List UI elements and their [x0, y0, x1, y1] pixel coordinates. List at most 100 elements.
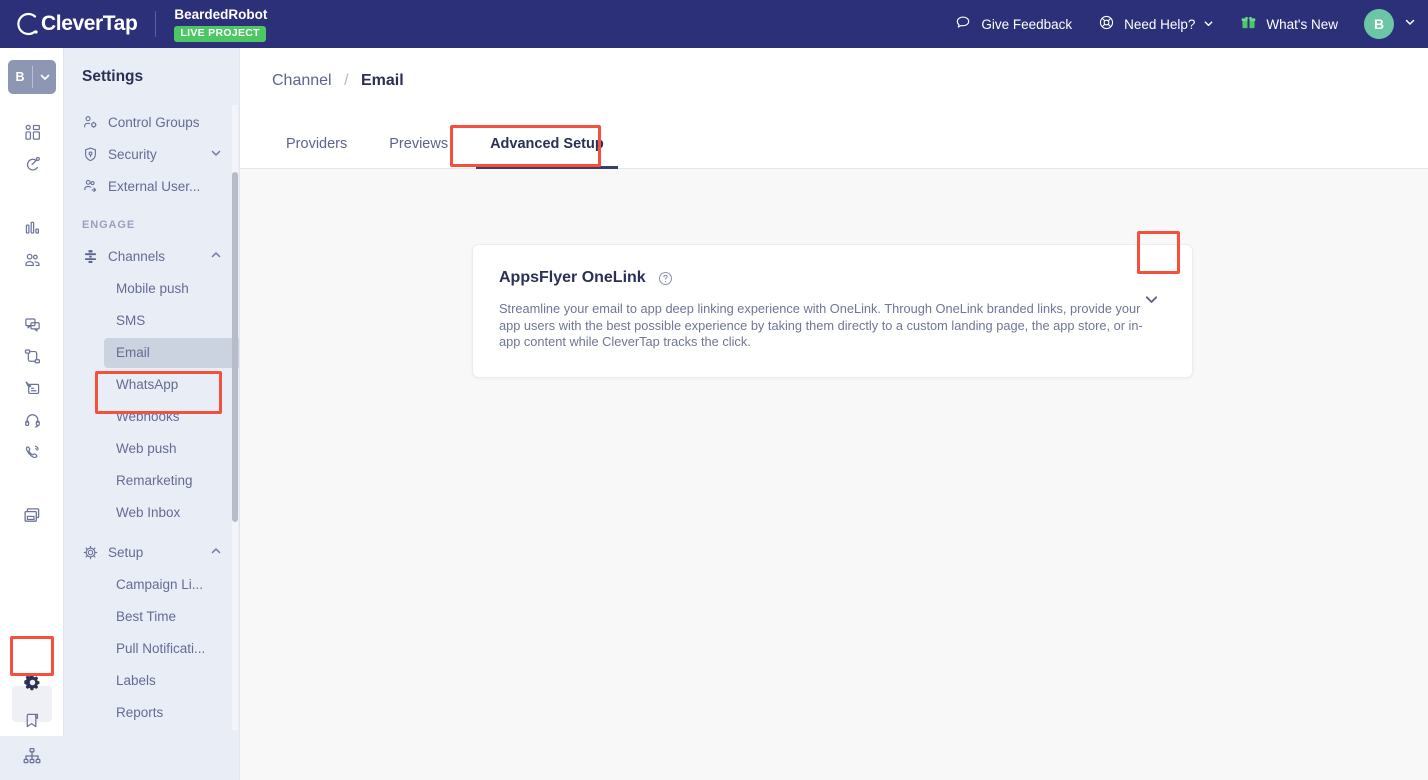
breadcrumb-parent[interactable]: Channel: [272, 72, 332, 89]
appsflyer-onelink-card: AppsFlyer OneLink Streamline your email …: [472, 244, 1193, 378]
sidebar-item-pull-notifications[interactable]: Pull Notificati...: [64, 632, 240, 664]
sidebar-item-label: SMS: [116, 312, 146, 328]
lifebuoy-icon: [1098, 14, 1115, 34]
sidebar-item-label: Campaign Li...: [116, 576, 204, 592]
chevron-down-icon: [210, 147, 222, 162]
rail-icon-list: [0, 116, 64, 532]
sidebar-item-label: Web push: [116, 440, 177, 456]
settings-sidebar: Settings Control Groups Security Externa…: [64, 48, 240, 780]
chevron-down-icon: [33, 71, 56, 83]
sidebar-item-label: Webhooks: [116, 408, 180, 424]
phone-call-icon: [23, 443, 42, 462]
chat-bubble-icon: [955, 14, 972, 34]
rail-item-journeys[interactable]: [0, 340, 64, 372]
sidebar-item-webhooks[interactable]: Webhooks: [64, 400, 240, 432]
tab-previews[interactable]: Previews: [375, 120, 462, 168]
chevron-up-icon: [210, 545, 222, 560]
sidebar-scroll-region: Control Groups Security External User...…: [64, 106, 240, 780]
chevron-up-icon: [210, 249, 222, 264]
topbar-actions: Give Feedback Need Help? What's New B: [929, 9, 1428, 39]
rail-item-calls[interactable]: [0, 436, 64, 468]
need-help-button[interactable]: Need Help?: [1098, 14, 1214, 34]
sidebar-item-label: Security: [108, 146, 157, 162]
sidebar-item-label: Mobile push: [116, 280, 189, 296]
rail-spacer: [0, 468, 64, 500]
sidebar-item-labels[interactable]: Labels: [64, 664, 240, 696]
avatar[interactable]: B: [1364, 9, 1394, 39]
rail-item-sitemap[interactable]: [0, 736, 64, 780]
sidebar-item-security[interactable]: Security: [64, 138, 240, 170]
whats-new-label: What's New: [1266, 16, 1338, 32]
user-settings-icon: [82, 114, 104, 131]
sidebar-item-best-time[interactable]: Best Time: [64, 600, 240, 632]
settings-gear-icon: [22, 672, 43, 693]
campaigns-icon: [23, 155, 42, 174]
sidebar-item-sms[interactable]: SMS: [64, 304, 240, 336]
sidebar-item-reports[interactable]: Reports: [64, 696, 240, 728]
segments-icon: [23, 251, 42, 270]
main-content: Channel / Email Providers Previews Advan…: [240, 48, 1428, 780]
brand-logo[interactable]: CleverTap: [0, 11, 138, 37]
tab-label: Advanced Setup: [490, 136, 604, 152]
card-expand-button[interactable]: [1134, 285, 1168, 319]
sidebar-item-label: Reports: [116, 704, 164, 720]
rail-item-messages[interactable]: [0, 308, 64, 340]
chevron-down-icon: [1203, 17, 1214, 32]
sidebar-item-remarketing[interactable]: Remarketing: [64, 464, 240, 496]
sidebar-item-label: External User...: [108, 178, 201, 194]
need-help-label: Need Help?: [1124, 16, 1196, 32]
whats-new-button[interactable]: What's New: [1240, 14, 1338, 34]
sidebar-item-control-groups[interactable]: Control Groups: [64, 106, 240, 138]
rail-item-analytics[interactable]: [0, 212, 64, 244]
left-icon-rail: B: [0, 48, 64, 780]
shield-lock-icon: [82, 146, 104, 163]
rail-item-inbox-cards[interactable]: [0, 500, 64, 532]
sidebar-item-campaign-limits[interactable]: Campaign Li...: [64, 568, 240, 600]
sidebar-group-setup[interactable]: Setup: [64, 536, 240, 568]
sidebar-item-mobile-push[interactable]: Mobile push: [64, 272, 240, 304]
sidebar-item-label: Labels: [116, 672, 156, 688]
breadcrumb-current: Email: [360, 72, 404, 89]
project-switcher[interactable]: BeardedRobot LIVE PROJECT: [174, 7, 267, 42]
card-title: AppsFlyer OneLink: [499, 269, 646, 286]
sidebar-item-external-users[interactable]: External User...: [64, 170, 240, 202]
rail-item-signed-content[interactable]: [0, 372, 64, 404]
sidebar-scrollbar-thumb[interactable]: [232, 172, 238, 522]
sidebar-item-label: Web Inbox: [116, 504, 181, 520]
sidebar-item-web-inbox[interactable]: Web Inbox: [64, 496, 240, 528]
rail-item-campaigns[interactable]: [0, 148, 64, 180]
question-circle-icon[interactable]: [658, 271, 673, 286]
avatar-letter: B: [1373, 16, 1385, 32]
give-feedback-button[interactable]: Give Feedback: [955, 14, 1072, 34]
broadcast-icon: [82, 248, 104, 265]
sidebar-item-whatsapp[interactable]: WhatsApp: [64, 368, 240, 400]
account-menu-chevron-down-icon[interactable]: [1404, 15, 1416, 33]
sidebar-item-web-push[interactable]: Web push: [64, 432, 240, 464]
breadcrumb: Channel / Email: [240, 48, 1428, 90]
rail-item-support[interactable]: [0, 404, 64, 436]
tab-bar: Providers Previews Advanced Setup: [240, 120, 1428, 169]
chevron-down-icon: [1143, 291, 1160, 313]
rail-spacer: [0, 180, 64, 212]
workspace-switcher-button[interactable]: B: [8, 60, 56, 94]
breadcrumb-separator: /: [344, 72, 349, 89]
rail-item-bookmark[interactable]: [0, 700, 64, 740]
project-name: BeardedRobot: [174, 6, 268, 22]
workspace-switcher-letter: B: [15, 70, 25, 84]
rail-item-settings[interactable]: [0, 664, 64, 700]
support-headset-icon: [23, 411, 42, 430]
sidebar-item-label: Remarketing: [116, 472, 193, 488]
sidebar-group-channels[interactable]: Channels: [64, 240, 240, 272]
rail-item-segments[interactable]: [0, 244, 64, 276]
sidebar-item-email[interactable]: Email: [64, 336, 240, 368]
sidebar-section-heading-engage: ENGAGE: [82, 219, 136, 231]
messages-icon: [23, 315, 42, 334]
card-header: AppsFlyer OneLink: [499, 269, 1166, 287]
external-users-icon: [82, 178, 104, 195]
tab-providers[interactable]: Providers: [272, 120, 361, 168]
tab-advanced-setup[interactable]: Advanced Setup: [476, 120, 618, 169]
dashboard-icon: [23, 123, 42, 142]
rail-item-dashboard[interactable]: [0, 116, 64, 148]
